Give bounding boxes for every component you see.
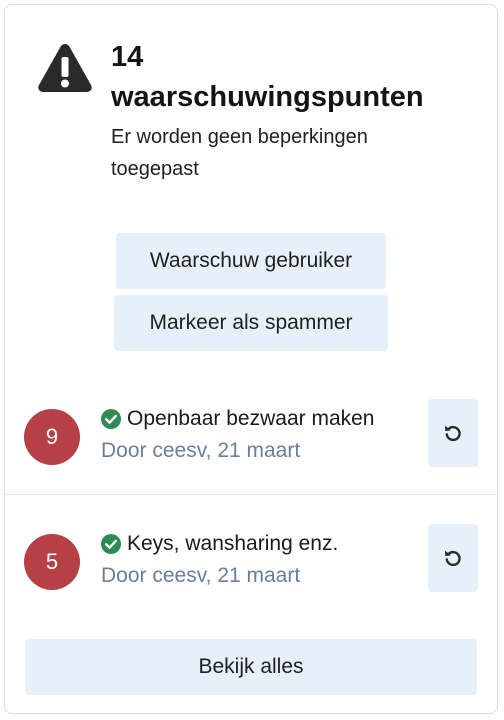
undo-warning-button[interactable] [428, 399, 478, 467]
check-circle-icon [101, 409, 121, 429]
warning-points-badge: 9 [24, 409, 80, 465]
warning-meta[interactable]: Door ceesv, 21 maart [101, 561, 300, 591]
row-divider [5, 494, 497, 495]
check-circle-icon [101, 534, 121, 554]
view-all-button[interactable]: Bekijk alles [25, 639, 477, 695]
warnings-card: 14 waarschuwingspunten Er worden geen be… [4, 4, 498, 714]
warning-title: Keys, wansharing enz. [101, 529, 338, 559]
restrictions-status: Er worden geen beperkingen toegepast [111, 126, 368, 180]
warning-row: 5 Keys, wansharing enz. Door ceesv, 21 m… [5, 524, 497, 620]
warning-row: 9 Openbaar bezwaar maken Door ceesv, 21 … [5, 399, 497, 495]
warning-meta[interactable]: Door ceesv, 21 maart [101, 436, 300, 466]
warning-points-count: 14 [111, 41, 144, 73]
warning-title-text: Keys, wansharing enz. [127, 532, 339, 555]
undo-icon [444, 550, 461, 567]
warning-title: Openbaar bezwaar maken [101, 404, 374, 434]
undo-icon [444, 425, 461, 442]
warning-points-badge: 5 [24, 534, 80, 590]
warning-points-title: 14 waarschuwingspunten [111, 37, 471, 117]
undo-warning-button[interactable] [428, 524, 478, 592]
mark-spammer-button[interactable]: Markeer als spammer [114, 295, 388, 351]
warning-triangle-icon [38, 44, 92, 92]
warn-user-button[interactable]: Waarschuw gebruiker [116, 233, 386, 289]
warning-points-label: waarschuwingspunten [111, 81, 424, 113]
warning-title-text: Openbaar bezwaar maken [127, 407, 375, 430]
